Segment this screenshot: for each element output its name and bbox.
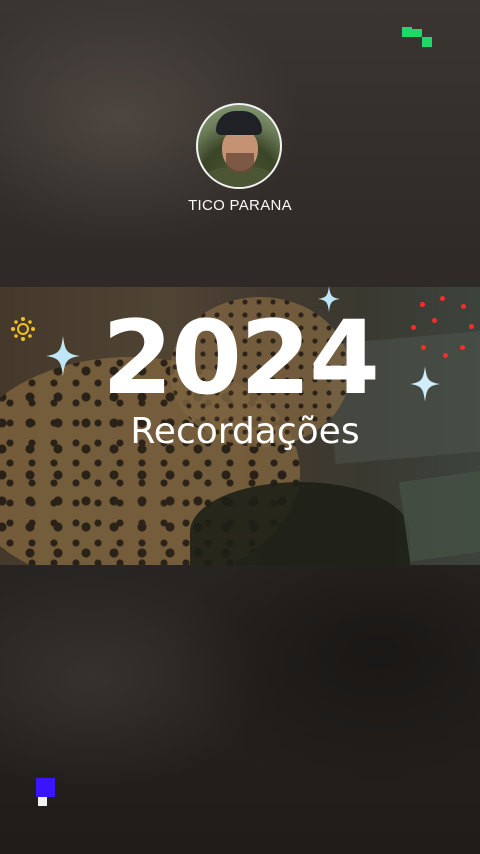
channel-avatar[interactable] [196,103,282,189]
channel-name[interactable]: TICO PARANA [0,197,480,214]
brand-logo-icon [402,27,434,49]
banner-year: 2024 [102,299,380,418]
banner-subtitle: Recordações [130,411,360,452]
brand-logo-icon [36,778,58,808]
